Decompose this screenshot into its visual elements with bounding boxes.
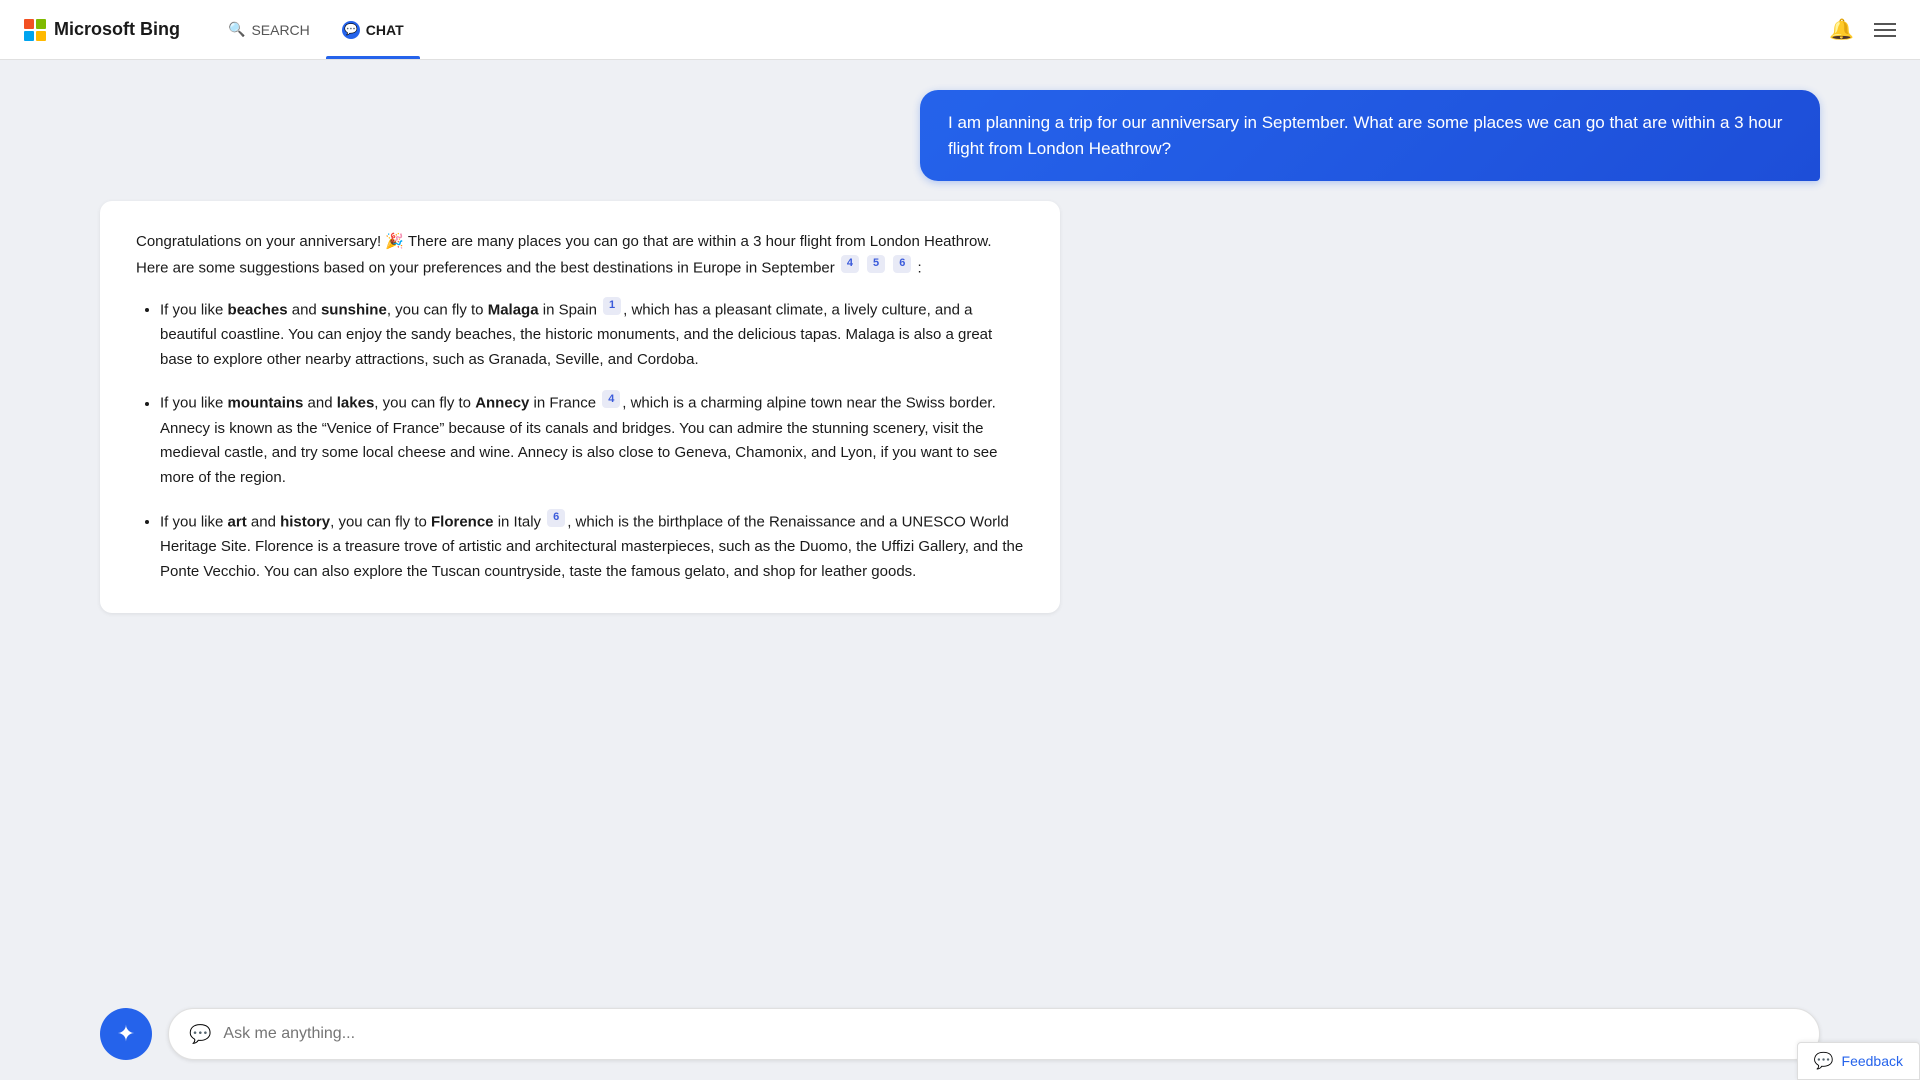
chat-input[interactable]: [223, 1025, 1799, 1043]
nav-chat[interactable]: CHAT: [326, 0, 420, 59]
list-item-annecy: If you like mountains and lakes, you can…: [160, 390, 1024, 491]
chat-area: I am planning a trip for our anniversary…: [20, 60, 1900, 996]
feedback-label: Feedback: [1842, 1053, 1903, 1069]
header: Microsoft Bing 🔍 SEARCH CHAT 🔔: [0, 0, 1920, 60]
nav-search-label: SEARCH: [251, 22, 309, 38]
citation-4-intro: 4: [841, 255, 859, 273]
nav-bar: 🔍 SEARCH CHAT: [212, 0, 420, 59]
bing-logo-icon: ✦: [117, 1021, 135, 1047]
citation-1: 1: [603, 297, 621, 315]
ms-logo-icon: [24, 19, 46, 41]
input-area: ✦ 💬: [20, 996, 1900, 1080]
notification-icon[interactable]: 🔔: [1829, 17, 1854, 42]
user-message-container: I am planning a trip for our anniversary…: [100, 90, 1820, 181]
menu-icon[interactable]: [1874, 23, 1896, 37]
ai-intro-text: Congratulations on your anniversary! 🎉 T…: [136, 229, 1024, 281]
main-content: I am planning a trip for our anniversary…: [0, 60, 1920, 1080]
search-input-container: 💬: [168, 1008, 1820, 1060]
citation-5-intro: 5: [867, 255, 885, 273]
feedback-icon: 💬: [1814, 1051, 1834, 1071]
list-item-malaga: If you like beaches and sunshine, you ca…: [160, 297, 1024, 373]
user-message: I am planning a trip for our anniversary…: [920, 90, 1820, 181]
logo-text: Microsoft Bing: [54, 19, 180, 40]
citation-6-intro: 6: [893, 255, 911, 273]
ai-list: If you like beaches and sunshine, you ca…: [136, 297, 1024, 585]
list-item-florence: If you like art and history, you can fly…: [160, 509, 1024, 585]
search-icon: 🔍: [228, 21, 245, 38]
ai-response: Congratulations on your anniversary! 🎉 T…: [100, 201, 1060, 613]
nav-chat-label: CHAT: [366, 22, 404, 38]
ai-intro-span: Congratulations on your anniversary! 🎉 T…: [136, 233, 992, 276]
input-search-icon: 💬: [189, 1024, 211, 1045]
bing-button[interactable]: ✦: [100, 1008, 152, 1060]
nav-search[interactable]: 🔍 SEARCH: [212, 0, 326, 59]
citation-4: 4: [602, 390, 620, 408]
citation-6: 6: [547, 509, 565, 527]
chat-icon: [342, 21, 360, 39]
logo-area[interactable]: Microsoft Bing: [24, 19, 180, 41]
feedback-button[interactable]: 💬 Feedback: [1797, 1042, 1920, 1080]
header-right: 🔔: [1829, 17, 1896, 42]
